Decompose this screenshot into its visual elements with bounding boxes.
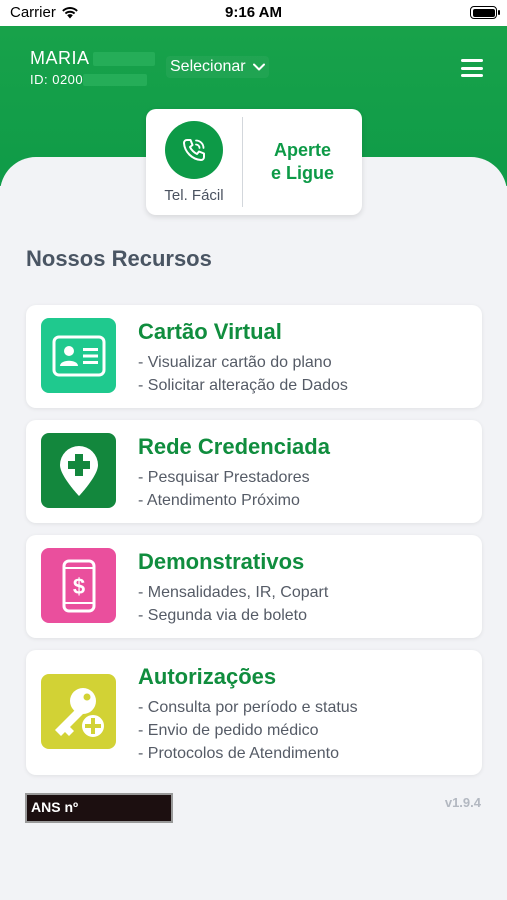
chevron-down-icon xyxy=(252,63,265,71)
card-autorizacoes[interactable]: Autorizações - Consulta por período e st… xyxy=(26,650,482,775)
user-id: ID: 0200 xyxy=(30,72,84,87)
card-line: - Visualizar cartão do plano xyxy=(138,354,332,371)
aperte-ligue-button[interactable]: Aperte e Ligue xyxy=(243,109,362,215)
svg-text:$: $ xyxy=(72,574,84,599)
ans-badge: ANS nº xyxy=(25,793,173,823)
location-plus-icon xyxy=(41,433,116,508)
tel-facil[interactable]: Tel. Fácil xyxy=(146,117,243,207)
card-title: Autorizações xyxy=(138,664,277,689)
aperte-ligue-line2: e Ligue xyxy=(270,163,334,183)
clock: 9:16 AM xyxy=(225,4,282,21)
card-line: - Envio de pedido médico xyxy=(138,722,319,739)
status-bar: Carrier 9:16 AM xyxy=(0,0,507,26)
card-line: - Atendimento Próximo xyxy=(138,492,300,509)
id-card-icon xyxy=(41,318,116,393)
card-line: - Pesquisar Prestadores xyxy=(138,469,310,486)
plan-selector-label: Selecionar xyxy=(170,58,246,75)
section-title: Nossos Recursos xyxy=(26,246,212,271)
card-rede-credenciada[interactable]: Rede Credenciada - Pesquisar Prestadores… xyxy=(26,420,482,523)
card-line: - Mensalidades, IR, Copart xyxy=(138,584,329,601)
card-line: - Consulta por período e status xyxy=(138,699,358,716)
redacted-id xyxy=(83,73,148,86)
card-demonstrativos[interactable]: $ Demonstrativos - Mensalidades, IR, Cop… xyxy=(26,535,482,638)
card-title: Cartão Virtual xyxy=(138,319,282,344)
app-version: v1.9.4 xyxy=(444,795,481,810)
user-info: MARIA ID: 0200 xyxy=(30,48,155,87)
card-title: Rede Credenciada xyxy=(138,434,330,459)
phone-dollar-icon: $ xyxy=(41,548,116,623)
user-name: MARIA xyxy=(30,48,90,68)
card-line: - Solicitar alteração de Dados xyxy=(138,377,348,394)
card-cartao-virtual[interactable]: Cartão Virtual - Visualizar cartão do pl… xyxy=(26,305,482,408)
hamburger-menu-icon[interactable] xyxy=(461,59,483,77)
plan-selector[interactable]: Selecionar xyxy=(166,56,269,78)
redacted-surname xyxy=(92,51,155,66)
key-plus-icon xyxy=(41,674,116,749)
card-title: Demonstrativos xyxy=(138,549,305,574)
battery-icon xyxy=(470,6,500,19)
quick-call-card[interactable]: Tel. Fácil Aperte e Ligue xyxy=(146,109,362,215)
phone-icon xyxy=(165,120,223,179)
card-line: - Segunda via de boleto xyxy=(138,607,308,624)
card-line: - Protocolos de Atendimento xyxy=(138,745,340,762)
tel-facil-label: Tel. Fácil xyxy=(164,186,224,204)
aperte-ligue-line1: Aperte xyxy=(273,140,331,160)
